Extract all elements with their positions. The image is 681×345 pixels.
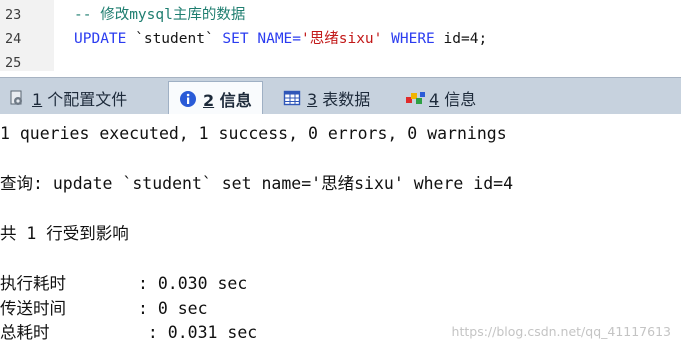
editor-line-24[interactable]: 24 UPDATE `student` SET NAME='思绪sixu' WH… <box>0 29 681 49</box>
tab-table-data[interactable]: 3 表数据 <box>283 83 370 112</box>
tab-number: 3 <box>307 89 318 109</box>
tab-text: 表数据 <box>322 89 371 109</box>
info-blocks-icon <box>405 89 425 107</box>
table-data-icon <box>283 89 301 107</box>
tab-label: 1 个配置文件 <box>32 86 127 110</box>
tab-number: 1 <box>32 89 43 109</box>
stat-transfer-time: 传送时间 : 0 sec <box>0 298 208 320</box>
tab-text: 信息 <box>219 90 252 110</box>
stat-label: 总耗时 <box>0 323 50 342</box>
stat-label: 执行耗时 <box>0 274 66 293</box>
tab-text: 个配置文件 <box>47 89 128 109</box>
stat-total-time: 总耗时 : 0.031 sec <box>0 322 257 344</box>
keyword-where: WHERE <box>382 31 435 47</box>
tab-label: 4 信息 <box>429 86 476 110</box>
stat-value: : 0.030 sec <box>138 274 248 293</box>
affected-rows: 共 1 行受到影响 <box>0 224 129 243</box>
table-name: `student` <box>126 31 223 47</box>
line-number: 25 <box>5 55 22 71</box>
execution-summary: 1 queries executed, 1 success, 0 errors,… <box>0 124 507 143</box>
where-condition: id=4; <box>434 31 488 47</box>
sql-editor[interactable]: 23 -- 修改mysql主库的数据 24 UPDATE `student` S… <box>0 0 681 71</box>
query-label: 查询: <box>0 174 43 193</box>
tab-number: 2 <box>203 90 215 110</box>
tab-profile[interactable]: 1 个配置文件 <box>8 83 127 112</box>
message-panel[interactable]: 1 queries executed, 1 success, 0 errors,… <box>0 114 681 345</box>
tab-text: 信息 <box>444 89 477 109</box>
string-value: '思绪sixu' <box>301 31 383 47</box>
editor-line-25[interactable]: 25 <box>0 53 681 73</box>
tab-label: 2 信息 <box>203 87 252 111</box>
tab-number: 4 <box>429 89 440 109</box>
sql-update-statement: UPDATE `student` SET NAME='思绪sixu' WHERE… <box>74 29 487 49</box>
line-number: 24 <box>5 31 22 47</box>
query-line: 查询: update `student` set name='思绪sixu' w… <box>0 173 513 195</box>
keyword-set: SET <box>222 31 249 47</box>
tab-label: 3 表数据 <box>307 86 370 110</box>
query-text: update `student` set name='思绪sixu' where… <box>42 174 514 193</box>
watermark: https://blog.csdn.net/qq_41117613 <box>451 324 671 339</box>
sql-comment: -- 修改mysql主库的数据 <box>74 7 246 23</box>
stat-value: : 0.031 sec <box>138 323 258 342</box>
info-icon <box>179 90 197 108</box>
stat-execution-time: 执行耗时 : 0.030 sec <box>0 273 247 295</box>
editor-line-23[interactable]: 23 -- 修改mysql主库的数据 <box>0 5 681 25</box>
config-file-icon <box>8 89 26 107</box>
tab-info[interactable]: 2 信息 <box>168 81 263 115</box>
keyword-update: UPDATE <box>74 31 127 47</box>
stat-value: : 0 sec <box>138 299 208 318</box>
result-tab-bar: 1 个配置文件 2 信息 3 表数据 4 信息 <box>0 77 681 115</box>
tab-info-2[interactable]: 4 信息 <box>405 83 476 112</box>
line-number: 23 <box>5 7 22 23</box>
column-assignment: NAME= <box>248 31 302 47</box>
stat-label: 传送时间 <box>0 299 66 318</box>
